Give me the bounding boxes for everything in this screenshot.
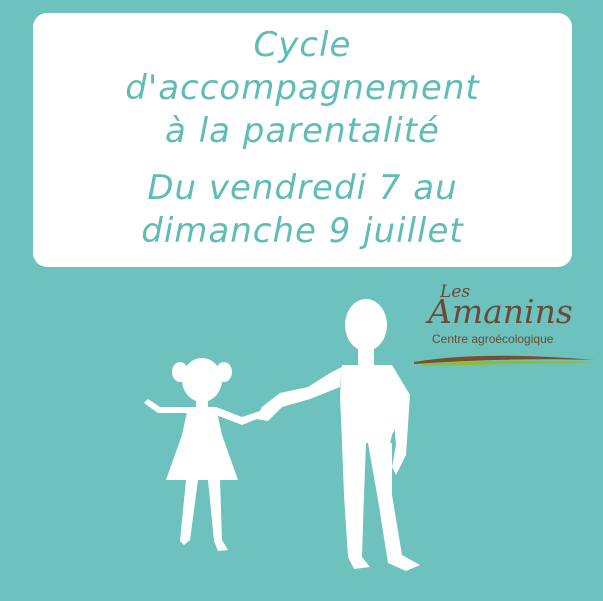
parent-child-illustration bbox=[144, 299, 420, 571]
title-line-1: Cycle bbox=[253, 25, 352, 65]
logo-subtitle-text: Centre agroécologique bbox=[432, 332, 554, 346]
child-figure bbox=[144, 358, 262, 551]
logo-name-text: Amanins bbox=[428, 292, 573, 331]
title-card: Cycle d'accompagnement à la parentalité … bbox=[33, 13, 572, 267]
date-line-2: dimanche 9 juillet bbox=[141, 211, 464, 251]
les-amanins-logo: Les Amanins Centre agroécologique bbox=[412, 282, 597, 377]
adult-figure bbox=[256, 299, 420, 571]
logo-swoosh-icon bbox=[414, 355, 595, 366]
title-line-2: d'accompagnement bbox=[125, 68, 480, 108]
date-line-1: Du vendredi 7 au bbox=[147, 168, 458, 208]
title-line-3: à la parentalité bbox=[165, 111, 440, 151]
